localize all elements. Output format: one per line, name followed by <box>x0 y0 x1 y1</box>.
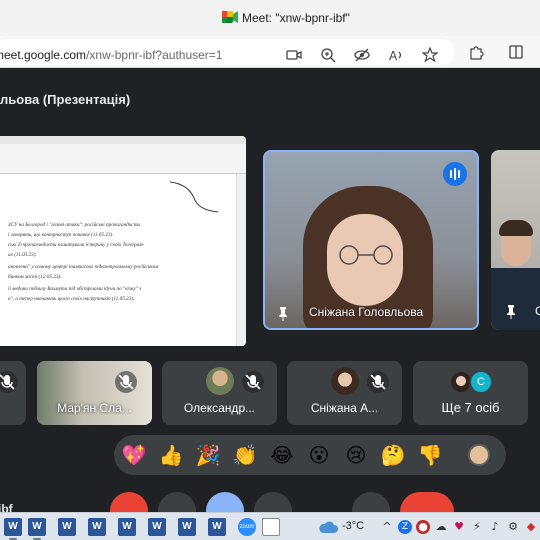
more-participants-tile[interactable]: C Ще 7 осіб <box>413 361 528 425</box>
split-screen-icon[interactable] <box>508 44 524 60</box>
reaction-thinking[interactable]: 🤔 <box>379 443 407 469</box>
avatar <box>331 367 359 395</box>
tray-app-icon[interactable]: ⚙ <box>506 520 520 534</box>
participant-tile[interactable]: Олександр... <box>162 361 277 425</box>
weather-cloud-icon <box>319 521 338 533</box>
tray-onedrive-icon[interactable]: ☁ <box>434 520 448 534</box>
zoom-icon[interactable] <box>320 47 336 63</box>
speaker-glasses <box>339 245 393 265</box>
word-taskbar-icon[interactable]: W <box>58 518 76 536</box>
document-page: ЗСУ на Белгород і "газові атаки": російс… <box>0 180 220 340</box>
word-taskbar-icon[interactable]: W <box>88 518 106 536</box>
second-speaker-suit <box>491 268 540 330</box>
reaction-laughing[interactable]: 😂 <box>268 443 296 469</box>
mic-off-icon <box>367 371 389 393</box>
skin-tone-selector[interactable] <box>468 444 490 466</box>
google-meet-icon <box>222 11 238 23</box>
participant-tile[interactable]: Мар'ян Сла... <box>37 361 152 425</box>
meeting-controls: ibf <box>0 484 540 532</box>
url-text: meet.google.com/xnw-bpnr-ibf?authuser=1 <box>0 48 222 62</box>
word-taskbar-icon[interactable]: W <box>4 518 22 536</box>
word-taskbar-icon[interactable]: W <box>208 518 226 536</box>
weather-temperature: -3°C <box>342 520 365 532</box>
tray-record-icon[interactable]: ● <box>416 520 430 534</box>
reactions-bar: 💖 👍 🎉 👏 😂 😮 😢 🤔 👎 <box>114 435 506 475</box>
reaction-sparkling-heart[interactable]: 💖 <box>120 443 148 469</box>
document-line: ські Z-пропагандисти влаштували істерику… <box>8 242 145 248</box>
favorite-star-icon[interactable] <box>422 47 438 63</box>
participant-tile[interactable]: Сніжана А... <box>287 361 402 425</box>
speaker-name: Сніжана Головльова <box>309 305 424 319</box>
document-line: ановлено" у самому центрі тимчасово підк… <box>8 264 159 270</box>
active-speaker-tile[interactable]: Сніжана Головльова <box>263 150 479 330</box>
mic-off-icon <box>242 371 264 393</box>
document-line: о", а тепер навчають цього своїх наступн… <box>8 296 135 302</box>
url-field[interactable]: meet.google.com/xnw-bpnr-ibf?authuser=1 … <box>0 39 454 65</box>
document-line: бинком місті (12.05.23). <box>8 274 62 280</box>
url-path: /xnw-bpnr-ibf?authuser=1 <box>86 48 223 62</box>
avatar-letter: C <box>469 370 493 394</box>
tracking-prevention-icon[interactable] <box>354 47 370 63</box>
avatar <box>206 367 234 395</box>
window-title: Meet: "xnw-bpnr-ibf" <box>242 11 350 25</box>
second-speaker-tile[interactable]: С <box>491 150 540 330</box>
extensions-icon[interactable] <box>468 44 484 60</box>
participant-name: Олександр... <box>183 401 256 415</box>
reaction-clapping[interactable]: 👏 <box>231 443 259 469</box>
more-participants-label: Ще 7 осіб <box>441 400 500 415</box>
tray-antivirus-icon[interactable]: ◆ <box>524 520 538 534</box>
windows-taskbar: W W W W W W W W zoom -3°C ^ Z ● ☁ ♥ ⚡ ♪ … <box>0 512 540 540</box>
participant-name: Сніжана А... <box>310 401 379 415</box>
reaction-thumbs-down[interactable]: 👎 <box>416 443 444 469</box>
audio-level-icon <box>450 168 460 180</box>
document-line: і говорять, що контрнаступ почався (11.0… <box>8 232 114 238</box>
word-taskbar-icon[interactable]: W <box>148 518 166 536</box>
word-taskbar-icon[interactable]: W <box>118 518 136 536</box>
reaction-thumbs-up[interactable]: 👍 <box>157 443 185 469</box>
word-ribbon <box>0 144 246 174</box>
mic-off-icon <box>115 371 137 393</box>
url-host: meet.google.com <box>0 48 87 62</box>
file-explorer-icon[interactable] <box>262 518 280 536</box>
second-speaker-name: С <box>535 304 540 318</box>
screen: Meet: "xnw-bpnr-ibf" meet.google.com/xnw… <box>0 0 540 540</box>
mic-off-icon <box>0 371 18 393</box>
reaction-party-popper[interactable]: 🎉 <box>194 443 222 469</box>
document-line: ах (11.05.23). <box>8 252 37 258</box>
pen-annotation <box>169 181 219 213</box>
tray-volume-icon[interactable]: ♪ <box>488 520 502 534</box>
presentation-title: льова (Презентація) <box>0 92 131 107</box>
camera-blocked-icon[interactable] <box>286 47 302 63</box>
tray-app-icon[interactable]: Z <box>398 520 412 534</box>
tray-app-icon[interactable]: ♥ <box>452 520 466 534</box>
document-line: ії медики поблизу Вахмута під обстрілами… <box>8 286 142 292</box>
tray-chevron-icon[interactable]: ^ <box>380 520 394 534</box>
participant-video <box>37 361 152 425</box>
address-bar: meet.google.com/xnw-bpnr-ibf?authuser=1 … <box>0 36 540 68</box>
word-taskbar-icon[interactable]: W <box>28 518 46 536</box>
audio-level-badge <box>443 162 467 186</box>
word-titlebar <box>0 136 246 144</box>
second-speaker-hair <box>499 220 533 236</box>
reaction-surprised[interactable]: 😮 <box>305 443 333 469</box>
browser-titlebar: Meet: "xnw-bpnr-ibf" <box>0 0 540 36</box>
pin-icon[interactable] <box>277 307 289 321</box>
reaction-crying[interactable]: 😢 <box>342 443 370 469</box>
svg-text:A: A <box>389 49 398 63</box>
word-scrollbar <box>236 174 246 346</box>
pin-icon[interactable] <box>505 305 517 319</box>
zoom-app-icon[interactable]: zoom <box>238 518 256 536</box>
participant-tile[interactable] <box>0 361 26 425</box>
document-line: ЗСУ на Белгород і "газові атаки": російс… <box>8 222 141 228</box>
read-aloud-icon[interactable]: A <box>388 47 404 63</box>
presentation-tile[interactable]: ЗСУ на Белгород і "газові атаки": російс… <box>0 136 246 346</box>
participant-name: Мар'ян Сла... <box>57 401 132 415</box>
tray-network-icon[interactable]: ⚡ <box>470 520 484 534</box>
word-taskbar-icon[interactable]: W <box>178 518 196 536</box>
meet-header: льова (Презентація) <box>0 68 540 130</box>
